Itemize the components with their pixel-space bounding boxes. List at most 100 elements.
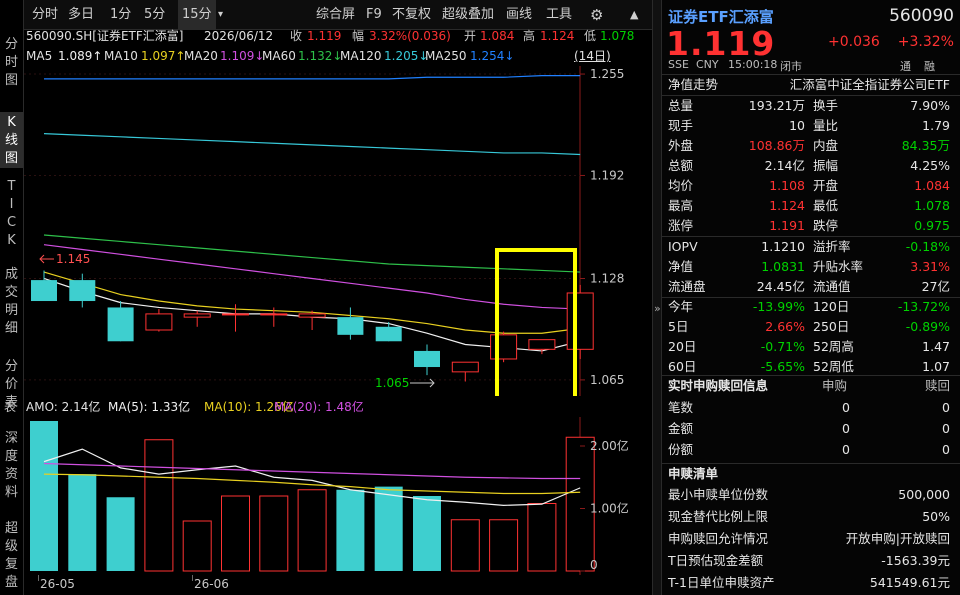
tab-trades[interactable]: 成交明细 — [0, 264, 23, 348]
volume-chart[interactable]: 2.00亿 1.00亿 0 — [24, 417, 652, 575]
price-tick-label: 1.192 — [590, 168, 624, 182]
candle-body — [375, 326, 402, 342]
list-header-row: 申赎清单 — [662, 464, 960, 484]
volume-bar[interactable] — [259, 495, 289, 572]
stat-value: -13.72% — [897, 299, 950, 314]
candle[interactable] — [528, 339, 556, 355]
expand-chevron-icon[interactable]: » — [654, 302, 661, 315]
candle[interactable] — [107, 301, 134, 342]
candle[interactable] — [566, 284, 594, 359]
ma5-value: 1.089↑ — [58, 49, 103, 63]
redeem-header-row: 实时申购赎回信息 申购 赎回 — [662, 376, 960, 396]
candle[interactable] — [451, 361, 479, 382]
stat-label: 最低 — [813, 198, 839, 213]
list-value: 开放申购|开放赎回 — [845, 531, 950, 546]
volume-bar[interactable] — [489, 519, 519, 572]
ma-line-ma250 — [44, 75, 581, 80]
stat-value: -0.71% — [760, 339, 805, 354]
list-row: 现金替代比例上限 50% — [662, 507, 960, 527]
vol-ma5: MA(5): 1.33亿 — [108, 400, 191, 414]
currency: CNY — [696, 58, 719, 71]
stat-value: 0.975 — [914, 218, 950, 233]
candle[interactable] — [337, 307, 364, 340]
candle-body — [490, 334, 518, 360]
volume-bar[interactable] — [413, 496, 441, 571]
candle[interactable] — [490, 331, 518, 363]
list-row: 最小申赎单位份数 500,000 — [662, 485, 960, 505]
redeem-sell-value: 0 — [942, 442, 950, 457]
tab-label: TICK — [6, 179, 17, 248]
stat-label: 现手 — [668, 118, 694, 133]
stat-label: 换手 — [813, 98, 839, 113]
volume-bar[interactable] — [221, 495, 250, 572]
stat-label: 5日 — [668, 319, 689, 334]
tab-tick[interactable]: TICK — [0, 176, 23, 254]
volume-bar[interactable] — [182, 520, 212, 572]
candle[interactable] — [145, 309, 173, 332]
stat-value: 1.79 — [922, 118, 950, 133]
high-label: 高 — [523, 29, 536, 43]
ma20-label: MA20 — [184, 49, 218, 63]
list-value: -1563.39元 — [881, 553, 950, 568]
kline-chart[interactable]: 1.255 1.192 1.128 1.065 1.145 1.065 — [24, 66, 652, 396]
open-label: 开 — [464, 29, 477, 43]
panel-splitter[interactable]: » — [652, 0, 662, 595]
stat-label: 总量 — [668, 98, 694, 113]
stat-row: 5日 2.66% 250日 -0.89% — [662, 317, 960, 337]
redeem-row: 金额 0 0 — [662, 419, 960, 439]
stat-row: 总量 193.21万 换手 7.90% — [662, 96, 960, 116]
candle[interactable] — [414, 344, 440, 376]
stat-value: 24.45亿 — [756, 279, 805, 294]
stat-label: 120日 — [813, 299, 850, 314]
volume-bar[interactable] — [144, 439, 174, 572]
stat-label: 开盘 — [813, 178, 839, 193]
vol-tick-label: 2.00亿 — [590, 438, 629, 453]
volume-bar[interactable] — [297, 489, 327, 572]
stat-row: 总额 2.14亿 振幅 4.25% — [662, 156, 960, 176]
list-row: T-1日单位申赎资产 541549.61元 — [662, 573, 960, 593]
tab-replay[interactable]: 超级复盘 — [0, 518, 23, 595]
days-count-button[interactable]: (14日) — [574, 46, 611, 66]
volume-bar[interactable] — [336, 489, 365, 571]
ma120-label: MA120 — [340, 49, 382, 63]
volume-header: 表 AMO: 2.14亿 MA(5): 1.33亿 MA(10): 1.26亿 … — [4, 397, 652, 417]
x-tick-june: 26-06 — [194, 577, 229, 591]
ma20-value: 1.109↓ — [220, 49, 265, 63]
volume-bar[interactable] — [450, 519, 480, 572]
list-value: 50% — [922, 509, 950, 524]
volume-bar[interactable] — [68, 474, 97, 571]
candle-body — [528, 339, 556, 350]
volume-bar[interactable] — [527, 503, 557, 572]
candle-body — [107, 307, 134, 342]
stat-label: 净值 — [668, 259, 694, 274]
nav-trend-row[interactable]: 净值走势 汇添富中证全指证券公司ETF — [662, 75, 960, 95]
vol-tab: 表 — [4, 400, 17, 414]
stat-value: 1.07 — [922, 359, 950, 374]
stat-value: 1.191 — [769, 218, 805, 233]
exchange: SSE — [668, 58, 689, 71]
volume-bar[interactable] — [106, 497, 135, 571]
redeem-row: 份额 0 0 — [662, 440, 960, 460]
candle[interactable] — [298, 310, 326, 330]
candle[interactable] — [183, 310, 211, 327]
tab-kline[interactable]: K线图 — [0, 112, 23, 168]
stat-value: 1.0831 — [761, 259, 805, 274]
ma250-value: 1.254↓ — [470, 49, 515, 63]
candle[interactable] — [69, 273, 96, 308]
x-tick-mark — [192, 575, 193, 581]
stat-value: -0.18% — [905, 239, 950, 254]
tab-depth[interactable]: 深度资料 — [0, 428, 23, 512]
low-label: 低 — [584, 29, 597, 43]
tab-intraday[interactable]: 分时图 — [0, 34, 23, 92]
high-annotation: 1.145 — [56, 252, 90, 266]
stat-value: 2.14亿 — [764, 158, 805, 173]
volume-bar[interactable] — [30, 421, 58, 571]
stat-value: 1.084 — [914, 178, 950, 193]
volume-bar[interactable] — [374, 486, 403, 571]
stat-label: 涨停 — [668, 218, 694, 233]
amo-value: AMO: 2.14亿 — [26, 400, 101, 414]
candle[interactable] — [375, 321, 402, 342]
security-code-big: 560090 — [889, 6, 954, 26]
ma-line-ma60 — [43, 234, 581, 273]
candle-body — [183, 313, 211, 318]
